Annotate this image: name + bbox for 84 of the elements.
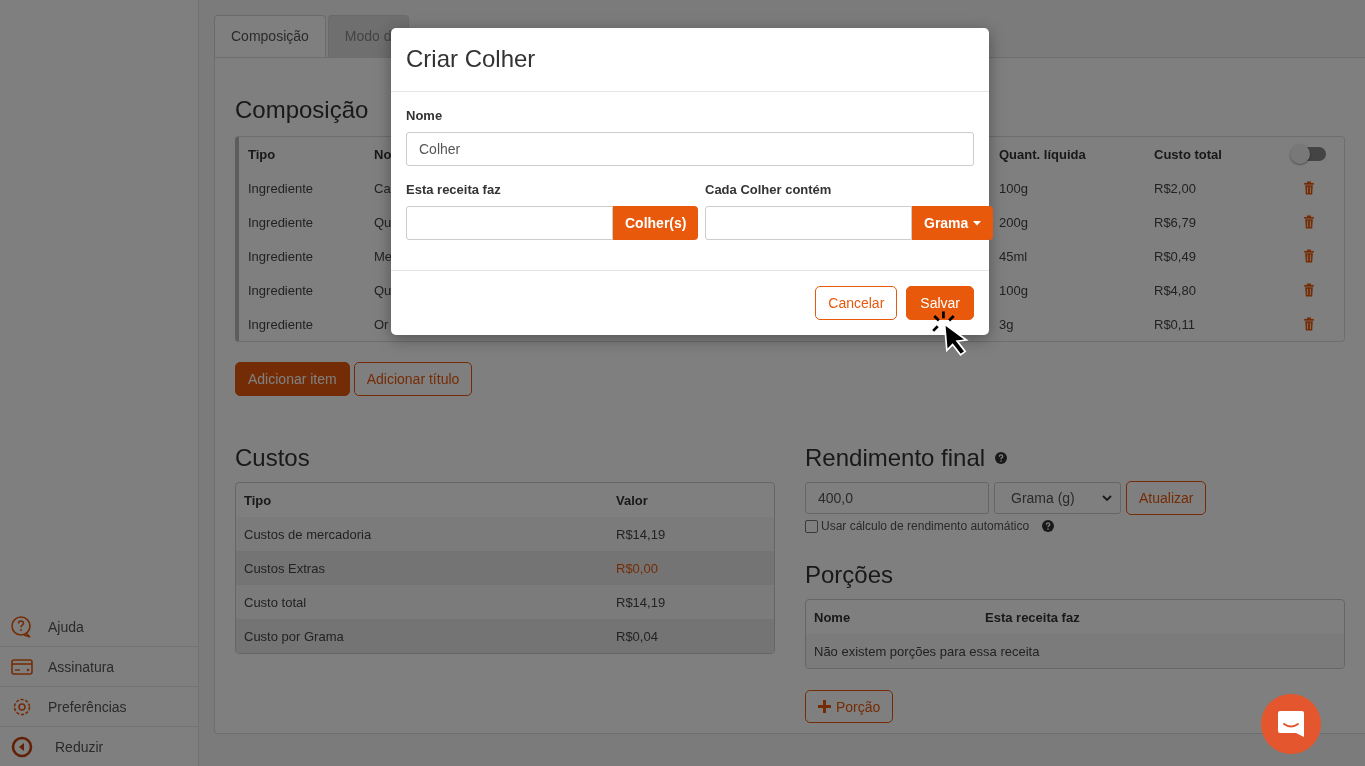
sidebar-label: Assinatura bbox=[48, 658, 115, 675]
table-cell: R$6,79 bbox=[1154, 214, 1196, 230]
table-cell: Ingrediente bbox=[248, 214, 314, 230]
amount-input[interactable] bbox=[705, 206, 912, 240]
table-cell: Me bbox=[374, 248, 393, 264]
checkbox[interactable] bbox=[805, 519, 818, 533]
field-label: Esta receita faz bbox=[406, 182, 502, 197]
sidebar-label: Reduzir bbox=[54, 738, 104, 755]
sidebar-item[interactable]: Ajuda bbox=[0, 607, 198, 646]
checkbox-label: Usar cálculo de rendimento automático bbox=[821, 519, 1030, 533]
chat-button[interactable] bbox=[1261, 694, 1321, 754]
column-header: Custo total bbox=[1154, 146, 1222, 162]
table-cell: R$0,49 bbox=[1154, 248, 1196, 264]
sidebar-item[interactable]: Preferências bbox=[0, 686, 198, 726]
tab[interactable]: Composição bbox=[214, 15, 326, 57]
cancel-button[interactable]: Cancelar bbox=[815, 286, 898, 320]
table-cell: Ingrediente bbox=[248, 282, 314, 298]
sidebar-item[interactable]: Reduzir bbox=[0, 726, 198, 766]
table-cell: Or bbox=[374, 316, 389, 332]
table-cell: Ingrediente bbox=[248, 316, 314, 332]
table-cell: 100g bbox=[999, 282, 1028, 298]
unit-select[interactable]: Grama (g) bbox=[994, 482, 1121, 514]
table-cell: Qu bbox=[374, 282, 392, 298]
empty-message: Não existem porções para essa receita bbox=[814, 643, 1040, 659]
column-header: Tipo bbox=[248, 146, 276, 162]
dialog-title: Criar Colher bbox=[406, 45, 536, 72]
collapse-icon bbox=[10, 734, 34, 759]
name-input[interactable]: Colher bbox=[406, 132, 974, 166]
table-cell: R$0,11 bbox=[1154, 316, 1195, 332]
column-header: Valor bbox=[616, 492, 648, 508]
table-cell: R$0,00 bbox=[616, 560, 658, 576]
field-label: Nome bbox=[406, 108, 444, 123]
sidebar-item[interactable]: Assinatura bbox=[0, 646, 198, 686]
table-cell: 45ml bbox=[999, 248, 1028, 264]
yield-input[interactable]: 400,0 bbox=[805, 482, 989, 514]
section-title: Custos bbox=[235, 444, 310, 472]
column-header: Nome bbox=[814, 609, 851, 625]
table-cell: Ingrediente bbox=[248, 180, 314, 196]
table-cell: Ingrediente bbox=[248, 248, 314, 264]
toggle-switch[interactable] bbox=[1292, 147, 1326, 161]
quantity-input[interactable] bbox=[406, 206, 613, 240]
help-icon[interactable] bbox=[995, 452, 1008, 464]
section-title: Rendimento final bbox=[805, 444, 986, 472]
sidebar-label: Preferências bbox=[48, 698, 127, 715]
help-icon[interactable] bbox=[1042, 520, 1055, 532]
table-cell: Ca bbox=[374, 180, 391, 196]
unit-dropdown[interactable]: Grama bbox=[912, 206, 994, 240]
trash-icon[interactable] bbox=[1303, 181, 1315, 195]
table-cell: 200g bbox=[999, 214, 1028, 230]
help-icon bbox=[10, 614, 34, 639]
table-cell: Custo total bbox=[244, 594, 307, 610]
table-cell: 100g bbox=[999, 180, 1028, 196]
trash-icon[interactable] bbox=[1303, 317, 1315, 331]
chevron-icon bbox=[1102, 494, 1112, 502]
table-cell: 3g bbox=[999, 316, 1014, 332]
table-cell: R$0,04 bbox=[616, 628, 658, 644]
section-title: Porções bbox=[805, 561, 894, 589]
add-item-button[interactable]: Adicionar item bbox=[235, 362, 350, 396]
table-cell: R$4,80 bbox=[1154, 282, 1196, 298]
trash-icon[interactable] bbox=[1303, 215, 1315, 229]
column-header: Esta receita faz bbox=[985, 609, 1080, 625]
column-header: Tipo bbox=[244, 492, 272, 508]
table-cell: R$14,19 bbox=[616, 526, 666, 542]
field-label: Cada Colher contém bbox=[705, 182, 833, 197]
plus-icon bbox=[818, 700, 831, 713]
sidebar-label: Ajuda bbox=[48, 618, 84, 635]
table-cell: R$14,19 bbox=[616, 594, 666, 610]
column-header: No bbox=[374, 146, 392, 162]
add-portion-button[interactable]: Porção bbox=[805, 690, 894, 723]
save-button[interactable]: Salvar bbox=[906, 286, 974, 320]
column-header: Quant. líquida bbox=[999, 146, 1086, 162]
table-cell: Qu bbox=[374, 214, 392, 230]
update-button[interactable]: Atualizar bbox=[1126, 481, 1207, 515]
caret-icon bbox=[973, 220, 982, 226]
table-cell: Custos de mercadoria bbox=[244, 526, 372, 542]
trash-icon[interactable] bbox=[1303, 283, 1315, 297]
trash-icon[interactable] bbox=[1303, 249, 1315, 263]
add-title-button[interactable]: Adicionar título bbox=[353, 362, 473, 396]
section-title: Composição bbox=[235, 96, 369, 124]
table-cell: R$2,00 bbox=[1154, 180, 1196, 196]
table-cell: Custo por Grama bbox=[244, 628, 344, 644]
table-cell: Custos Extras bbox=[244, 560, 325, 576]
chat-icon bbox=[1276, 709, 1306, 739]
unit-button[interactable]: Colher(s) bbox=[613, 206, 699, 240]
